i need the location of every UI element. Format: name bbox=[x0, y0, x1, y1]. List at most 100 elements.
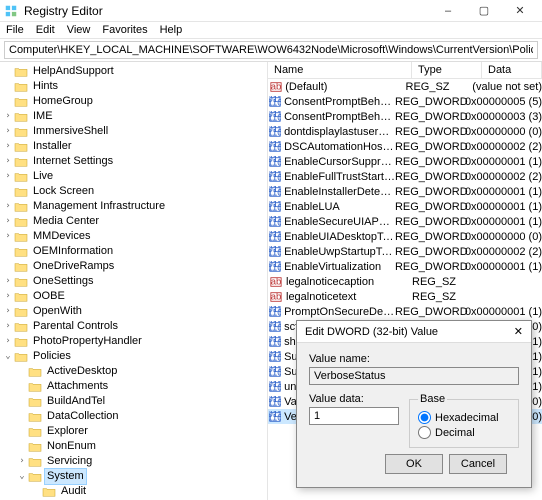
expander-icon[interactable]: › bbox=[2, 334, 14, 349]
tree-item[interactable]: Lock Screen bbox=[2, 184, 267, 199]
value-row[interactable]: 011110EnableUwpStartupTasksREG_DWORD0x00… bbox=[268, 244, 542, 259]
value-row[interactable]: 011110EnableFullTrustStartupTasksREG_DWO… bbox=[268, 169, 542, 184]
value-row[interactable]: ablegalnoticetextREG_SZ bbox=[268, 289, 542, 304]
value-row[interactable]: 011110dontdisplaylastusernameREG_DWORD0x… bbox=[268, 124, 542, 139]
expander-icon[interactable]: › bbox=[2, 319, 14, 334]
tree-item[interactable]: HelpAndSupport bbox=[2, 64, 267, 79]
tree-item[interactable]: ›OpenWith bbox=[2, 304, 267, 319]
col-data[interactable]: Data bbox=[482, 62, 542, 78]
svg-text:110: 110 bbox=[269, 216, 281, 227]
value-name: EnableSecureUIAPaths bbox=[282, 216, 395, 228]
tree-item-label: Servicing bbox=[44, 454, 95, 469]
menu-view[interactable]: View bbox=[67, 24, 91, 36]
cancel-button[interactable]: Cancel bbox=[449, 454, 507, 474]
tree-item[interactable]: ›Installer bbox=[2, 139, 267, 154]
svg-text:110: 110 bbox=[269, 141, 281, 152]
value-row[interactable]: ablegalnoticecaptionREG_SZ bbox=[268, 274, 542, 289]
tree-item[interactable]: ›Management Infrastructure bbox=[2, 199, 267, 214]
value-row[interactable]: 011110EnableVirtualizationREG_DWORD0x000… bbox=[268, 259, 542, 274]
expander-icon[interactable]: › bbox=[2, 289, 14, 304]
tree-item[interactable]: Audit bbox=[30, 484, 267, 499]
value-row[interactable]: ab(Default)REG_SZ(value not set) bbox=[268, 79, 542, 94]
tree-item[interactable]: › Servicing bbox=[16, 454, 267, 469]
maximize-button[interactable]: ▢ bbox=[466, 0, 502, 22]
tree-item[interactable]: ›Internet Settings bbox=[2, 154, 267, 169]
dialog-close-button[interactable]: ✕ bbox=[514, 325, 523, 338]
tree-item-label: Policies bbox=[30, 349, 74, 364]
svg-text:110: 110 bbox=[269, 321, 281, 332]
tree-item[interactable]: HomeGroup bbox=[2, 94, 267, 109]
menu-help[interactable]: Help bbox=[160, 24, 183, 36]
folder-icon bbox=[14, 156, 28, 168]
value-row[interactable]: 011110EnableSecureUIAPathsREG_DWORD0x000… bbox=[268, 214, 542, 229]
tree-item[interactable]: ActiveDesktop bbox=[16, 364, 267, 379]
expander-icon[interactable]: › bbox=[2, 154, 14, 169]
binary-value-icon: 011110 bbox=[268, 156, 282, 168]
tree-item[interactable]: › Live bbox=[2, 169, 267, 184]
tree-item-label: Lock Screen bbox=[30, 184, 97, 199]
expander-icon[interactable]: › bbox=[2, 229, 14, 244]
minimize-button[interactable]: – bbox=[430, 0, 466, 22]
expander-icon[interactable]: ⌄ bbox=[16, 469, 28, 484]
tree-item[interactable]: ⌄SystemAudit›UIPI bbox=[16, 469, 267, 500]
value-row[interactable]: 011110ConsentPromptBehaviorAd...REG_DWOR… bbox=[268, 94, 542, 109]
tree-item[interactable]: ›ImmersiveShell bbox=[2, 124, 267, 139]
value-row[interactable]: 011110EnableLUAREG_DWORD0x00000001 (1) bbox=[268, 199, 542, 214]
expander-icon[interactable]: › bbox=[2, 274, 14, 289]
value-row[interactable]: 011110ConsentPromptBehaviorUserREG_DWORD… bbox=[268, 109, 542, 124]
tree-item[interactable]: ⌄ PoliciesActiveDesktopAttachmentsBuildAn… bbox=[2, 349, 267, 500]
tree-item[interactable]: ›PhotoPropertyHandler bbox=[2, 334, 267, 349]
value-row[interactable]: 011110EnableUIADesktopToggleREG_DWORD0x0… bbox=[268, 229, 542, 244]
address-input[interactable] bbox=[4, 41, 538, 59]
expander-icon[interactable]: › bbox=[2, 139, 14, 154]
tree-item-label: Live bbox=[30, 169, 56, 184]
radio-hex[interactable]: Hexadecimal bbox=[418, 411, 510, 424]
expander-icon[interactable]: › bbox=[16, 454, 28, 469]
radio-dec[interactable]: Decimal bbox=[418, 426, 510, 439]
dialog-title-bar[interactable]: Edit DWORD (32-bit) Value ✕ bbox=[297, 321, 531, 343]
col-type[interactable]: Type bbox=[412, 62, 482, 78]
value-row[interactable]: 011110PromptOnSecureDesktopREG_DWORD0x00… bbox=[268, 304, 542, 319]
value-name-input[interactable] bbox=[309, 367, 519, 385]
value-row[interactable]: 011110EnableCursorSuppressionREG_DWORD0x… bbox=[268, 154, 542, 169]
tree-item[interactable]: NonEnum bbox=[16, 439, 267, 454]
menu-edit[interactable]: Edit bbox=[36, 24, 55, 36]
radio-dec-input[interactable] bbox=[418, 426, 431, 439]
menu-file[interactable]: File bbox=[6, 24, 24, 36]
tree-item[interactable]: ›Media Center bbox=[2, 214, 267, 229]
folder-icon bbox=[28, 471, 42, 483]
tree-view[interactable]: HelpAndSupportHintsHomeGroup›IME›Immersi… bbox=[0, 62, 268, 500]
menu-favorites[interactable]: Favorites bbox=[102, 24, 147, 36]
value-data: 0x00000001 (1) bbox=[465, 216, 542, 228]
tree-item-label: System bbox=[44, 468, 87, 485]
ok-button[interactable]: OK bbox=[385, 454, 443, 474]
close-button[interactable]: ✕ bbox=[502, 0, 538, 22]
expander-icon[interactable]: › bbox=[2, 214, 14, 229]
expander-icon[interactable]: › bbox=[2, 304, 14, 319]
tree-item[interactable]: ›IME bbox=[2, 109, 267, 124]
value-row[interactable]: 011110EnableInstallerDetectionREG_DWORD0… bbox=[268, 184, 542, 199]
value-data-input[interactable] bbox=[309, 407, 399, 425]
folder-icon bbox=[14, 96, 28, 108]
expander-icon[interactable]: › bbox=[2, 124, 14, 139]
col-name[interactable]: Name bbox=[268, 62, 412, 78]
value-row[interactable]: 011110DSCAutomationHostEnabledREG_DWORD0… bbox=[268, 139, 542, 154]
tree-item[interactable]: Hints bbox=[2, 79, 267, 94]
tree-item[interactable]: ›OOBE bbox=[2, 289, 267, 304]
expander-icon[interactable]: › bbox=[2, 169, 14, 184]
address-bar bbox=[0, 39, 542, 62]
value-name-label: Value name: bbox=[309, 353, 519, 365]
tree-item[interactable]: ›OneSettings bbox=[2, 274, 267, 289]
tree-item[interactable]: BuildAndTel bbox=[16, 394, 267, 409]
tree-item[interactable]: ›MMDevices bbox=[2, 229, 267, 244]
radio-hex-input[interactable] bbox=[418, 411, 431, 424]
tree-item[interactable]: OEMInformation bbox=[2, 244, 267, 259]
tree-item[interactable]: DataCollection bbox=[16, 409, 267, 424]
expander-icon[interactable]: ⌄ bbox=[2, 349, 14, 364]
tree-item[interactable]: Attachments bbox=[16, 379, 267, 394]
tree-item[interactable]: OneDriveRamps bbox=[2, 259, 267, 274]
expander-icon[interactable]: › bbox=[2, 109, 14, 124]
expander-icon[interactable]: › bbox=[2, 199, 14, 214]
tree-item[interactable]: Explorer bbox=[16, 424, 267, 439]
tree-item[interactable]: ›Parental Controls bbox=[2, 319, 267, 334]
